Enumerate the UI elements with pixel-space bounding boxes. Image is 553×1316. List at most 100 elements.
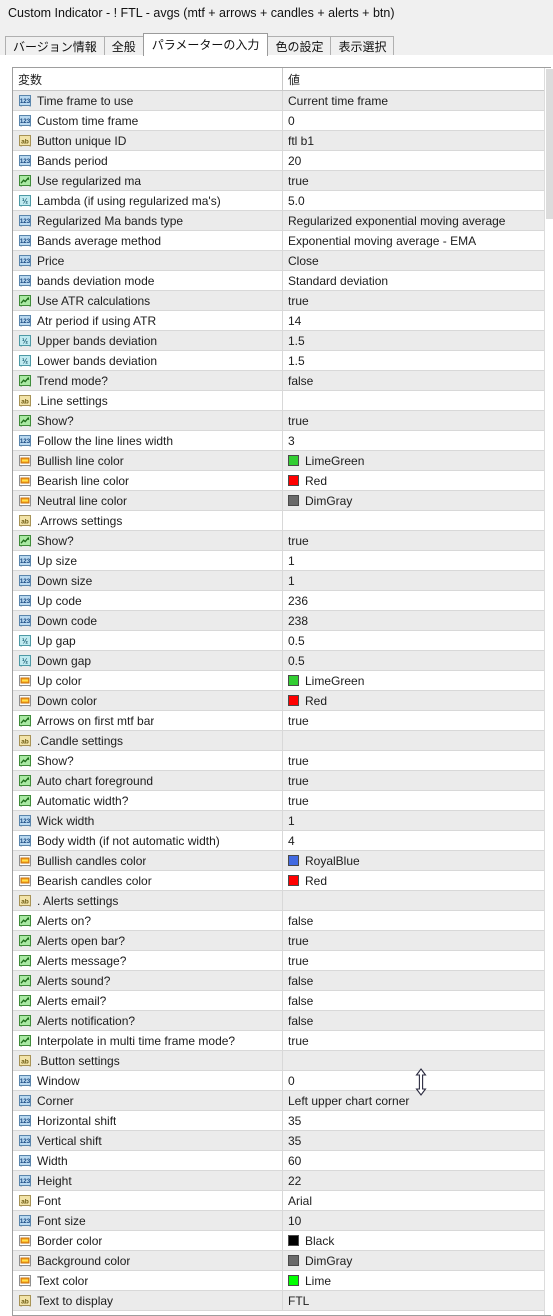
table-row[interactable]: Up color LimeGreen xyxy=(13,671,551,691)
table-row[interactable]: 123 Horizontal shift 35 xyxy=(13,1111,551,1131)
table-row[interactable]: Show? true xyxy=(13,531,551,551)
parameter-value-cell[interactable] xyxy=(283,1051,551,1070)
table-row[interactable]: 123 Custom time frame 0 xyxy=(13,111,551,131)
table-row[interactable]: 123 bands deviation mode Standard deviatio… xyxy=(13,271,551,291)
parameter-value-cell[interactable]: 236 xyxy=(283,591,551,610)
table-row[interactable]: ab .Arrows settings xyxy=(13,511,551,531)
parameter-value-cell[interactable]: true xyxy=(283,751,551,770)
table-row[interactable]: 123 Bands average method Exponential movin… xyxy=(13,231,551,251)
tab-1[interactable]: バージョン情報 xyxy=(5,36,105,56)
parameter-value-cell[interactable]: 5.0 xyxy=(283,191,551,210)
parameter-value-cell[interactable]: 3 xyxy=(283,431,551,450)
table-row[interactable]: 123 Atr period if using ATR 14 xyxy=(13,311,551,331)
table-row[interactable]: ½ Upper bands deviation 1.5 xyxy=(13,331,551,351)
parameter-value-cell[interactable]: false xyxy=(283,1011,551,1030)
parameter-value-cell[interactable]: Close xyxy=(283,251,551,270)
table-row[interactable]: Down color Red xyxy=(13,691,551,711)
table-row[interactable]: Show? true xyxy=(13,411,551,431)
parameter-value-cell[interactable]: true xyxy=(283,171,551,190)
table-row[interactable]: 123 Regularized Ma bands type Regularized … xyxy=(13,211,551,231)
table-row[interactable]: ½ Lower bands deviation 1.5 xyxy=(13,351,551,371)
parameter-value-cell[interactable]: true xyxy=(283,711,551,730)
parameter-value-cell[interactable]: DimGray xyxy=(283,1251,551,1270)
table-row[interactable]: 123 Height 22 xyxy=(13,1171,551,1191)
parameter-value-cell[interactable]: ftl b1 xyxy=(283,131,551,150)
table-row[interactable]: Use ATR calculations true xyxy=(13,291,551,311)
table-row[interactable]: 123 Time frame to use Current time frame xyxy=(13,91,551,111)
parameter-value-cell[interactable]: 1.5 xyxy=(283,351,551,370)
parameter-value-cell[interactable]: 1 xyxy=(283,811,551,830)
parameter-value-cell[interactable]: true xyxy=(283,771,551,790)
parameter-value-cell[interactable]: Standard deviation xyxy=(283,271,551,290)
table-row[interactable]: 123 Up code 236 xyxy=(13,591,551,611)
parameter-value-cell[interactable]: Red xyxy=(283,471,551,490)
table-row[interactable]: 123 Body width (if not automatic width) 4 xyxy=(13,831,551,851)
table-row[interactable]: ½ Lambda (if using regularized ma's) 5.0 xyxy=(13,191,551,211)
parameter-value-cell[interactable]: Black xyxy=(283,1231,551,1250)
table-row[interactable]: Neutral line color DimGray xyxy=(13,491,551,511)
parameter-value-cell[interactable]: Exponential moving average - EMA xyxy=(283,231,551,250)
parameter-value-cell[interactable]: false xyxy=(283,371,551,390)
parameter-value-cell[interactable]: true xyxy=(283,291,551,310)
table-row[interactable]: ab Text to display FTL xyxy=(13,1291,551,1311)
parameter-value-cell[interactable]: 1 xyxy=(283,571,551,590)
parameter-value-cell[interactable]: DimGray xyxy=(283,491,551,510)
table-row[interactable]: 123 Width 60 xyxy=(13,1151,551,1171)
table-row[interactable]: ½ Up gap 0.5 xyxy=(13,631,551,651)
parameter-value-cell[interactable]: Red xyxy=(283,871,551,890)
parameter-value-cell[interactable] xyxy=(283,891,551,910)
parameter-value-cell[interactable] xyxy=(283,511,551,530)
table-row[interactable]: 123 Wick width 1 xyxy=(13,811,551,831)
table-row[interactable]: Interpolate in multi time frame mode? tru… xyxy=(13,1031,551,1051)
parameter-value-cell[interactable]: 35 xyxy=(283,1131,551,1150)
table-row[interactable]: 123 Corner Left upper chart corner xyxy=(13,1091,551,1111)
parameter-value-cell[interactable]: true xyxy=(283,531,551,550)
table-row[interactable]: ab . Alerts settings xyxy=(13,891,551,911)
parameter-value-cell[interactable]: 1.5 xyxy=(283,331,551,350)
parameter-value-cell[interactable]: 10 xyxy=(283,1211,551,1230)
table-row[interactable]: Border color Black xyxy=(13,1231,551,1251)
table-row[interactable]: Alerts on? false xyxy=(13,911,551,931)
scrollbar-thumb[interactable] xyxy=(546,69,553,219)
table-row[interactable]: Text color Lime xyxy=(13,1271,551,1291)
table-row[interactable]: 123 Bands period 20 xyxy=(13,151,551,171)
parameter-value-cell[interactable]: 22 xyxy=(283,1171,551,1190)
table-row[interactable]: Bullish line color LimeGreen xyxy=(13,451,551,471)
table-row[interactable]: Alerts email? false xyxy=(13,991,551,1011)
parameter-value-cell[interactable]: 0.5 xyxy=(283,631,551,650)
parameter-value-cell[interactable]: RoyalBlue xyxy=(283,851,551,870)
parameter-value-cell[interactable] xyxy=(283,391,551,410)
table-row[interactable]: Alerts open bar? true xyxy=(13,931,551,951)
parameter-value-cell[interactable]: 0 xyxy=(283,1071,551,1090)
table-row[interactable]: ab Button unique ID ftl b1 xyxy=(13,131,551,151)
parameter-value-cell[interactable]: false xyxy=(283,971,551,990)
parameter-value-cell[interactable]: Regularized exponential moving average xyxy=(283,211,551,230)
table-row[interactable]: 123 Down code 238 xyxy=(13,611,551,631)
parameter-value-cell[interactable]: 60 xyxy=(283,1151,551,1170)
tab-2[interactable]: 全般 xyxy=(103,36,144,56)
table-row[interactable]: 123 Vertical shift 35 xyxy=(13,1131,551,1151)
parameter-value-cell[interactable]: true xyxy=(283,791,551,810)
parameter-value-cell[interactable] xyxy=(283,731,551,750)
parameter-value-cell[interactable]: 1 xyxy=(283,551,551,570)
tab-4[interactable]: 色の設定 xyxy=(267,36,332,56)
table-row[interactable]: 123 Follow the line lines width 3 xyxy=(13,431,551,451)
table-row[interactable]: 123 Up size 1 xyxy=(13,551,551,571)
parameter-value-cell[interactable]: Left upper chart corner xyxy=(283,1091,551,1110)
vertical-scrollbar[interactable] xyxy=(544,68,553,1315)
parameter-value-cell[interactable]: true xyxy=(283,951,551,970)
parameter-value-cell[interactable]: 14 xyxy=(283,311,551,330)
table-row[interactable]: Arrows on first mtf bar true xyxy=(13,711,551,731)
parameter-value-cell[interactable]: 35 xyxy=(283,1111,551,1130)
table-row[interactable]: ab .Button settings xyxy=(13,1051,551,1071)
parameter-value-cell[interactable]: false xyxy=(283,991,551,1010)
parameter-value-cell[interactable]: Arial xyxy=(283,1191,551,1210)
table-row[interactable]: ab Font Arial xyxy=(13,1191,551,1211)
table-row[interactable]: Use regularized ma true xyxy=(13,171,551,191)
parameter-value-cell[interactable]: Lime xyxy=(283,1271,551,1290)
tab-3[interactable]: パラメーターの入力 xyxy=(142,33,269,56)
table-row[interactable]: Alerts sound? false xyxy=(13,971,551,991)
table-row[interactable]: Alerts notification? false xyxy=(13,1011,551,1031)
table-row[interactable]: ½ Down gap 0.5 xyxy=(13,651,551,671)
parameter-value-cell[interactable]: 0.5 xyxy=(283,651,551,670)
